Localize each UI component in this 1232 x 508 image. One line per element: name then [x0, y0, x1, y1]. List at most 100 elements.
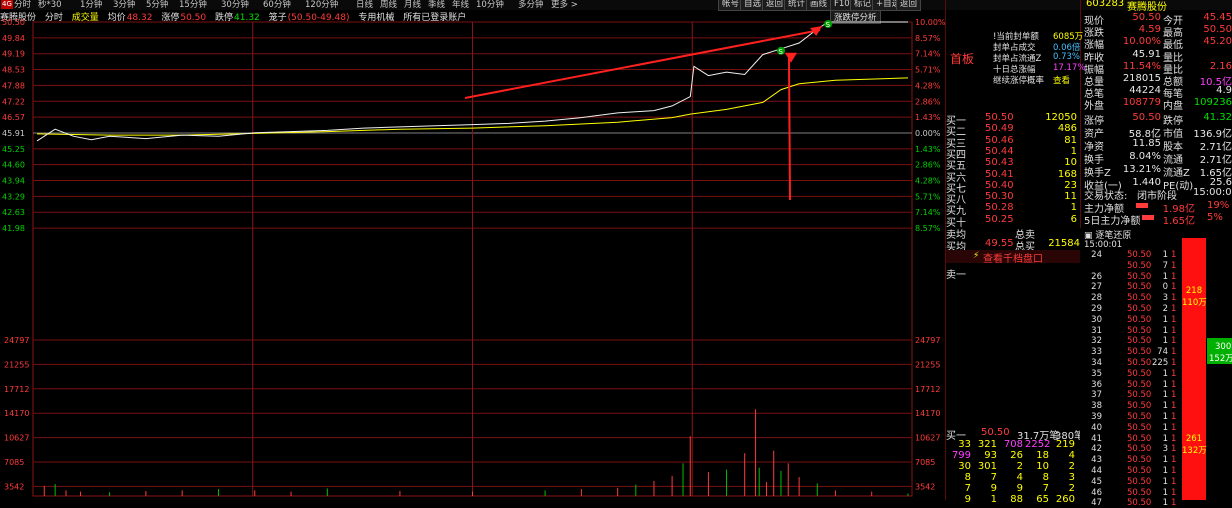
tick-bar-label: 261: [1185, 434, 1203, 444]
price-tick-label: 44.60: [2, 161, 25, 170]
volume-tick-label-right: 10627: [915, 434, 940, 443]
seal-info-label: 继续涨停概率: [993, 76, 1045, 86]
queue-cell: 301: [977, 461, 997, 472]
tick-volume: 1: [1162, 368, 1168, 379]
five-day-pct: 5%: [1207, 212, 1223, 223]
volume-tick-label: 24797: [4, 336, 29, 345]
seal-info-value: 17.17%: [1053, 63, 1086, 73]
seal-info-value[interactable]: 查看: [1053, 74, 1070, 86]
bid-level-price[interactable]: 50.49: [985, 123, 1014, 134]
pct-tick-label: 8.57%: [915, 224, 941, 233]
tick-volume: 1: [1162, 412, 1168, 422]
tick-side: 1: [1171, 455, 1177, 466]
tick-volume: 1: [1162, 314, 1168, 325]
queue-cell: 799: [951, 450, 971, 461]
quote-value: 108779: [1122, 97, 1161, 109]
tick-side: 1: [1171, 336, 1177, 347]
quote-value: 11.54%: [1122, 60, 1161, 72]
bid-level-price[interactable]: 50.44: [985, 146, 1014, 157]
bid-level-volume: 10: [1064, 157, 1077, 169]
tick-side: 1: [1171, 271, 1177, 282]
price-tick-label: 41.98: [2, 224, 25, 233]
quote-value: 44224: [1129, 85, 1161, 97]
tick-volume: 1: [1162, 390, 1168, 401]
price-tick-label: 49.84: [2, 34, 25, 43]
queue-cell: 4: [1068, 450, 1075, 461]
volume-tick-label-right: 7085: [915, 458, 935, 467]
bid-level-price[interactable]: 50.25: [985, 214, 1014, 225]
depth-link[interactable]: 查看千档盘口: [946, 250, 1080, 265]
queue-cell: 2252: [1025, 439, 1051, 450]
volume-tick-label: 3542: [4, 482, 24, 491]
bid-level-price[interactable]: 50.30: [985, 191, 1014, 202]
quote-value-2: 45.20: [1203, 36, 1232, 48]
stock-code: 603283: [1086, 0, 1125, 9]
bid-level-price[interactable]: 50.46: [985, 135, 1014, 146]
tick-bar-label-2: 132万: [1182, 446, 1207, 456]
price-tick-label: 47.22: [2, 97, 25, 106]
main-net-pct: 19%: [1207, 200, 1230, 211]
five-day-bar: [1142, 215, 1154, 220]
volume-tick-label: 7085: [4, 458, 24, 467]
five-day-label: 5日主力净额: [1084, 216, 1141, 227]
tick-time: 28: [1091, 293, 1102, 304]
tick-price: 50.50: [1127, 325, 1152, 336]
queue-cell: 3: [1068, 472, 1075, 483]
tick-time: 40: [1091, 422, 1102, 433]
quote-value-2: 109236: [1193, 97, 1232, 109]
pct-tick-label: 1.43%: [915, 113, 941, 122]
queue-cell: 7: [990, 472, 997, 483]
tick-time: 44: [1091, 466, 1102, 476]
stat-value: 50.50: [1132, 112, 1161, 123]
five-day-value: 1.65亿: [1162, 216, 1195, 227]
tick-volume: 1: [1162, 379, 1168, 390]
price-tick-label: 46.57: [2, 113, 25, 122]
tick-price: 50.50: [1127, 368, 1152, 379]
tick-time: 39: [1091, 412, 1102, 422]
tick-bar-label: 218: [1185, 286, 1203, 296]
pct-tick-label: 0.00%: [915, 129, 941, 138]
queue-cell: 2: [1068, 461, 1075, 472]
bid-level-price[interactable]: 50.50: [985, 112, 1014, 123]
bid-level-volume: 1: [1070, 202, 1077, 214]
bid-level-volume: 12050: [1045, 112, 1077, 123]
tick-side: 1: [1171, 347, 1177, 358]
tick-side: 1: [1171, 282, 1177, 293]
bid-level-price[interactable]: 50.41: [985, 169, 1014, 180]
bid-level-price[interactable]: 50.28: [985, 202, 1014, 213]
annotation-arrow: [464, 29, 821, 99]
quote-panel: 603283 赛腾股份 首板 !当前封单额 6085万 封单占成交 0.06倍 封单占流通Z 0…: [945, 0, 1232, 508]
tick-green-label: 300: [1215, 342, 1232, 352]
tick-price: 50.50: [1127, 379, 1152, 390]
tick-price: 50.50: [1127, 260, 1152, 271]
bid-level-price[interactable]: 50.40: [985, 180, 1014, 191]
tick-price: 50.50: [1127, 476, 1152, 487]
bid-level-volume: 81: [1064, 134, 1077, 146]
tick-time: 36: [1091, 379, 1102, 390]
price-tick-label: 45.91: [2, 129, 25, 138]
tick-volume: 1: [1162, 422, 1168, 433]
tick-time: 38: [1091, 401, 1102, 412]
pct-tick-label: 2.86%: [915, 97, 941, 106]
bid-level-price[interactable]: 50.43: [985, 157, 1014, 168]
queue-cell: 30: [958, 461, 971, 472]
tick-time: 43: [1091, 455, 1102, 466]
quote-label: 外盘: [1084, 101, 1104, 113]
tick-volume: 1: [1162, 336, 1168, 347]
tick-price: 50.50: [1127, 314, 1152, 325]
queue-cell: 18: [1036, 450, 1049, 461]
signal-marker-label: S: [826, 21, 831, 29]
queue-cell: 10: [1036, 461, 1049, 472]
queue-cell: 33: [958, 439, 971, 450]
intraday-chart[interactable]: 50.50 10.00% 49.84 8.57% 49.19 7.14% 48.53 5.71…: [0, 0, 945, 500]
tick-volume: 74: [1157, 347, 1168, 358]
queue-cell: 219: [1055, 439, 1075, 450]
tick-price: 50.50: [1127, 433, 1152, 444]
tick-side: 1: [1171, 314, 1177, 325]
tick-volume: 225: [1152, 358, 1169, 368]
volume-tick-label-right: 3542: [915, 482, 935, 491]
tick-volume: 1: [1162, 476, 1168, 487]
volume-tick-label-right: 24797: [915, 336, 940, 345]
pct-tick-label: 7.14%: [915, 208, 941, 217]
tick-time: 45: [1091, 476, 1102, 487]
